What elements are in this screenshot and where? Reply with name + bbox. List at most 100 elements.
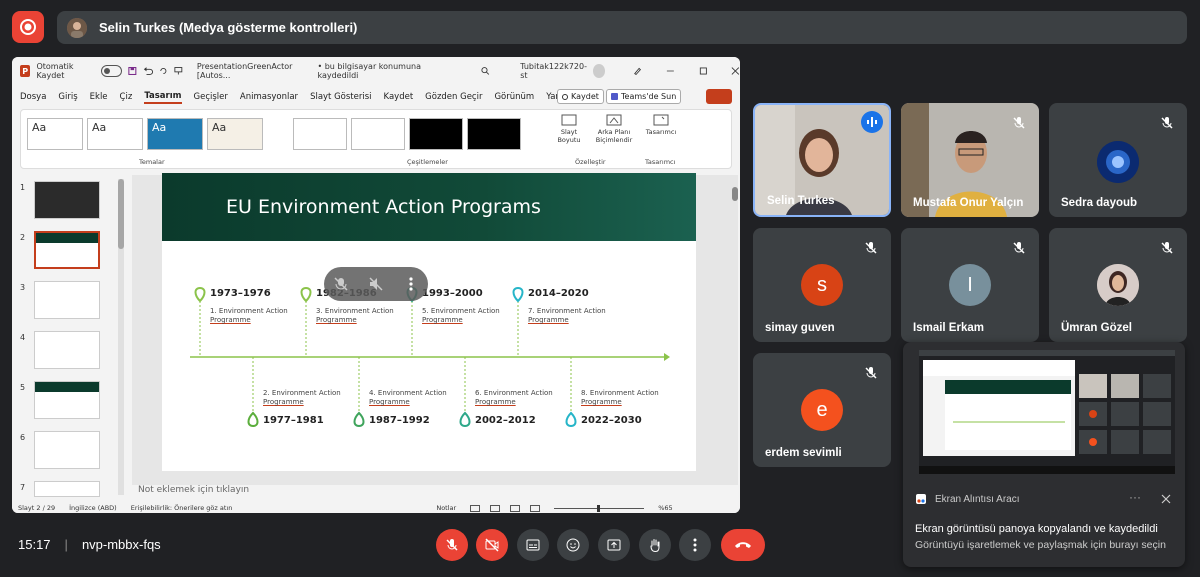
save-icon[interactable] — [128, 66, 137, 76]
menu-gorunum[interactable]: Görünüm — [494, 92, 534, 102]
minimize-icon[interactable] — [666, 66, 675, 76]
maximize-icon[interactable] — [699, 66, 708, 76]
close-icon[interactable] — [731, 66, 740, 76]
menu-gecisler[interactable]: Geçişler — [194, 92, 228, 102]
accessibility-indicator[interactable]: Erişilebilirlik: Önerilere göz atın — [131, 504, 233, 512]
presenter-bar[interactable]: Selin Turkes (Medya gösterme kontrolleri… — [57, 11, 1187, 44]
present-button[interactable] — [598, 529, 630, 561]
raise-hand-button[interactable] — [639, 529, 671, 561]
menu-kaydet[interactable]: Kaydet — [384, 92, 414, 102]
reading-view-icon[interactable] — [510, 504, 521, 512]
save-status: • bu bilgisayar konumuna kaydedildi — [317, 62, 421, 80]
designer-icon — [653, 114, 669, 126]
meeting-code[interactable]: nvp-mbbx-fqs — [82, 537, 161, 552]
reactions-button[interactable] — [557, 529, 589, 561]
menu-animasyonlar[interactable]: Animasyonlar — [240, 92, 298, 102]
slide-thumb-4[interactable] — [34, 331, 100, 369]
slide-thumb-7[interactable] — [34, 481, 100, 497]
audio-wave-icon — [867, 117, 877, 127]
view-buttons — [470, 504, 541, 512]
muted-indicator — [1157, 238, 1177, 258]
slide-thumb-2[interactable] — [34, 231, 100, 269]
mic-off-icon — [865, 242, 877, 254]
share-button[interactable] — [706, 89, 732, 104]
notes-placeholder[interactable]: Not eklemek için tıklayın — [134, 485, 738, 501]
slide-thumbnail-panel: 1 2 3 4 5 6 7 — [12, 175, 130, 497]
participant-tile-erdem[interactable]: e erdem sevimli — [753, 353, 891, 467]
format-background-button[interactable]: Arka Planı Biçimlendir — [593, 114, 635, 144]
pen-icon[interactable] — [633, 66, 642, 76]
participant-avatar: e — [801, 389, 843, 431]
menu-gozden-gecir[interactable]: Gözden Geçir — [425, 92, 482, 102]
muted-indicator — [1157, 113, 1177, 133]
more-options-icon[interactable] — [403, 276, 419, 292]
theme-4[interactable]: Aa — [207, 118, 263, 150]
snipping-tool-notification[interactable]: Ekran Alıntısı Aracı ··· Ekran görüntüsü… — [903, 342, 1185, 567]
design-ribbon: Aa Aa Aa Aa Temalar Çeşitlemeler Slayt B… — [20, 109, 732, 169]
autosave-toggle[interactable] — [101, 65, 123, 77]
camera-toggle-button[interactable] — [476, 529, 508, 561]
slide-thumb-1[interactable] — [34, 181, 100, 219]
normal-view-icon[interactable] — [470, 504, 481, 512]
recording-indicator[interactable] — [12, 11, 44, 43]
leave-call-button[interactable] — [721, 529, 765, 561]
participant-tile-sedra[interactable]: Sedra dayoub — [1049, 103, 1187, 217]
current-slide[interactable]: EU Environment Action Programs 1973–1976… — [162, 173, 696, 471]
language-indicator[interactable]: İngilizce (ABD) — [69, 504, 117, 512]
record-button[interactable]: Kaydet — [557, 89, 604, 104]
mute-presentation-icon[interactable] — [333, 276, 349, 292]
mic-toggle-button[interactable] — [436, 529, 468, 561]
designer-button[interactable]: Tasarımcı — [639, 114, 683, 136]
notes-toggle[interactable]: Notlar — [436, 504, 456, 512]
slide-thumb-3[interactable] — [34, 281, 100, 319]
participant-tile-selin[interactable]: Selin Turkes — [753, 103, 891, 217]
menu-dosya[interactable]: Dosya — [20, 92, 46, 102]
more-options-button[interactable] — [679, 529, 711, 561]
menu-giris[interactable]: Giriş — [58, 92, 77, 102]
slide-thumb-5[interactable] — [34, 381, 100, 419]
undo-icon[interactable] — [143, 66, 153, 76]
participant-tile-ismail[interactable]: I Ismail Erkam — [901, 228, 1039, 342]
toast-close-icon[interactable] — [1161, 494, 1171, 504]
toast-more-icon[interactable]: ··· — [1129, 490, 1141, 504]
participant-tile-mustafa[interactable]: Mustafa Onur Yalçın — [901, 103, 1039, 217]
menu-ciz[interactable]: Çiz — [120, 92, 133, 102]
raise-hand-icon — [650, 539, 660, 553]
variant-4[interactable] — [467, 118, 521, 150]
thumbnail-scrollbar[interactable] — [118, 179, 124, 495]
teams-present-button[interactable]: Teams'de Sun — [606, 89, 682, 104]
slideshow-view-icon[interactable] — [530, 504, 541, 512]
participant-name: Sedra dayoub — [1061, 197, 1138, 209]
search-icon[interactable] — [481, 66, 490, 76]
timeline-year: 1993–2000 — [422, 288, 483, 299]
participant-tile-simay[interactable]: s simay guven — [753, 228, 891, 342]
account-avatar[interactable] — [592, 64, 606, 78]
timeline-year: 2014–2020 — [528, 288, 589, 299]
presenter-stand-icon[interactable] — [174, 66, 183, 76]
slide-thumb-6[interactable] — [34, 431, 100, 469]
captions-button[interactable] — [517, 529, 549, 561]
theme-3[interactable]: Aa — [147, 118, 203, 150]
mute-audio-icon[interactable] — [368, 276, 384, 292]
canvas-scrollbar[interactable] — [732, 177, 738, 481]
timeline-year: 1987–1992 — [369, 415, 430, 426]
mic-off-icon — [446, 539, 458, 551]
variant-2[interactable] — [351, 118, 405, 150]
variant-1[interactable] — [293, 118, 347, 150]
sorter-view-icon[interactable] — [490, 504, 501, 512]
zoom-slider[interactable] — [554, 504, 645, 512]
timeline-label: 5. Environment Action Programme — [422, 307, 500, 324]
ppt-menu-bar: Dosya Giriş Ekle Çiz Tasarım Geçişler An… — [12, 87, 740, 107]
record-dot-icon — [562, 93, 568, 100]
variant-3[interactable] — [409, 118, 463, 150]
participant-tile-umran[interactable]: Ümran Gözel — [1049, 228, 1187, 342]
menu-tasarim[interactable]: Tasarım — [144, 91, 182, 104]
theme-2[interactable]: Aa — [87, 118, 143, 150]
zoom-level[interactable]: %65 — [658, 504, 672, 512]
account-name: Tubitak122k720-st — [520, 62, 587, 80]
menu-ekle[interactable]: Ekle — [90, 92, 108, 102]
slide-size-button[interactable]: Slayt Boyutu — [549, 114, 589, 144]
menu-slayt-gosterisi[interactable]: Slayt Gösterisi — [310, 92, 371, 102]
redo-icon[interactable] — [159, 66, 168, 76]
theme-1[interactable]: Aa — [27, 118, 83, 150]
